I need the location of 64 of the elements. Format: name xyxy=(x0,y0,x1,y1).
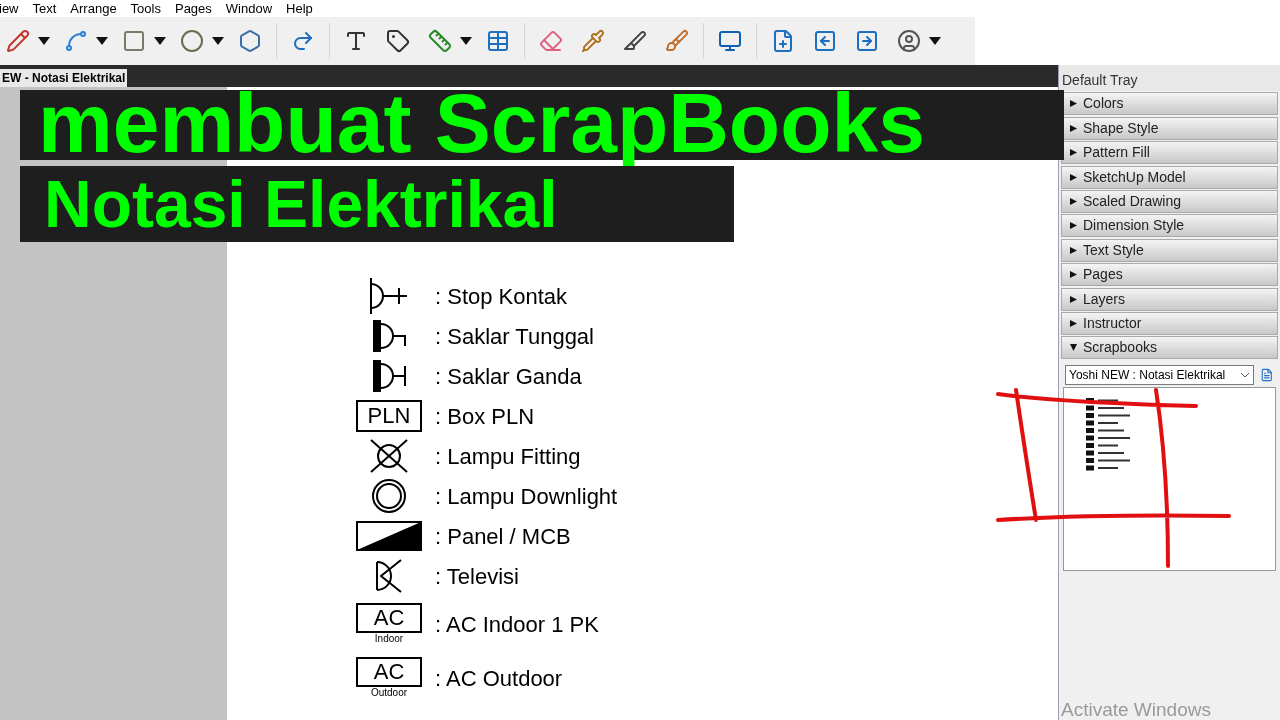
double-switch-icon xyxy=(371,359,407,393)
add-scrapbook-icon[interactable] xyxy=(1260,368,1274,383)
legend-label: : AC Indoor 1 PK xyxy=(435,610,599,639)
caret-icon[interactable] xyxy=(96,37,108,45)
legend-label: : Lampu Downlight xyxy=(435,482,618,511)
ac-symbol: AC xyxy=(356,657,422,687)
caret-icon[interactable] xyxy=(38,37,50,45)
caret-icon[interactable] xyxy=(212,37,224,45)
caret-icon[interactable] xyxy=(929,37,941,45)
triangle-icon xyxy=(1070,149,1077,157)
triangle-icon xyxy=(1070,319,1077,327)
downlight-icon xyxy=(372,479,406,513)
chevron-icon xyxy=(1240,372,1251,379)
document-tab[interactable]: EW - Notasi Elektrikal xyxy=(0,69,128,87)
triangle-icon xyxy=(1070,124,1077,132)
tray-panel-header[interactable]: Layers xyxy=(1061,287,1278,311)
tray-panel-header[interactable]: Colors xyxy=(1061,92,1278,116)
tray-panel-header[interactable]: Pages xyxy=(1061,263,1278,287)
legend-label: : Lampu Fitting xyxy=(435,442,581,471)
tray-panel-header[interactable]: Text Style xyxy=(1061,238,1278,262)
legend-label: : Panel / MCB xyxy=(435,522,571,551)
caret-icon[interactable] xyxy=(154,37,166,45)
menu-item[interactable]: Window xyxy=(225,0,273,19)
tray-panel-header[interactable]: Instructor xyxy=(1061,311,1278,335)
menu-item[interactable]: Text xyxy=(32,0,57,19)
legend-label: : Televisi xyxy=(435,562,519,591)
triangle-icon xyxy=(1070,100,1077,108)
scrapbook-dropdown[interactable]: Yoshi NEW : Notasi Elektrikal xyxy=(1065,365,1255,386)
tray-panel-header[interactable]: Shape Style xyxy=(1061,116,1278,140)
tray-panel-header[interactable]: SketchUp Model xyxy=(1061,165,1278,189)
triangle-icon xyxy=(1070,344,1077,352)
tv-icon xyxy=(375,559,403,593)
tray-panel-header[interactable]: Scrapbooks xyxy=(1061,336,1278,360)
box-symbol: PLN xyxy=(356,400,422,432)
tray-title: Default Tray xyxy=(1059,65,1280,91)
legend-label: : Box PLN xyxy=(435,402,535,431)
lamp-icon xyxy=(370,439,408,473)
panel-icon xyxy=(356,521,422,551)
switch-icon xyxy=(371,319,407,353)
menu-item[interactable]: Help xyxy=(286,0,313,19)
outlet-icon xyxy=(369,277,409,315)
triangle-icon xyxy=(1070,246,1077,254)
menu-item[interactable]: Arrange xyxy=(70,0,117,19)
legend-label: : Stop Kontak xyxy=(435,282,568,311)
symbol-caption: Indoor xyxy=(373,633,405,645)
symbol-caption: Outdoor xyxy=(369,687,409,699)
tray-panel-header[interactable]: Pattern Fill xyxy=(1061,141,1278,165)
triangle-icon xyxy=(1070,197,1077,205)
tray-panel-header[interactable]: Scaled Drawing xyxy=(1061,189,1278,213)
ac-symbol: AC xyxy=(356,603,422,633)
triangle-icon xyxy=(1070,222,1077,230)
tray-panel-header[interactable]: Dimension Style xyxy=(1061,214,1278,238)
menu-item[interactable]: Tools xyxy=(130,0,161,19)
menu-item[interactable]: Pages xyxy=(174,0,212,19)
legend-label: : Saklar Ganda xyxy=(435,362,582,391)
legend-label: : AC Outdoor xyxy=(435,664,563,693)
triangle-icon xyxy=(1070,271,1077,279)
overlay-subheadline: Notasi Elektrikal xyxy=(44,171,558,237)
menu-item[interactable]: iew xyxy=(0,0,19,19)
triangle-icon xyxy=(1070,173,1077,181)
legend-label: : Saklar Tunggal xyxy=(435,322,594,351)
activation-watermark: Activate Windows xyxy=(1061,700,1211,719)
triangle-icon xyxy=(1070,295,1077,303)
caret-icon[interactable] xyxy=(460,37,472,45)
